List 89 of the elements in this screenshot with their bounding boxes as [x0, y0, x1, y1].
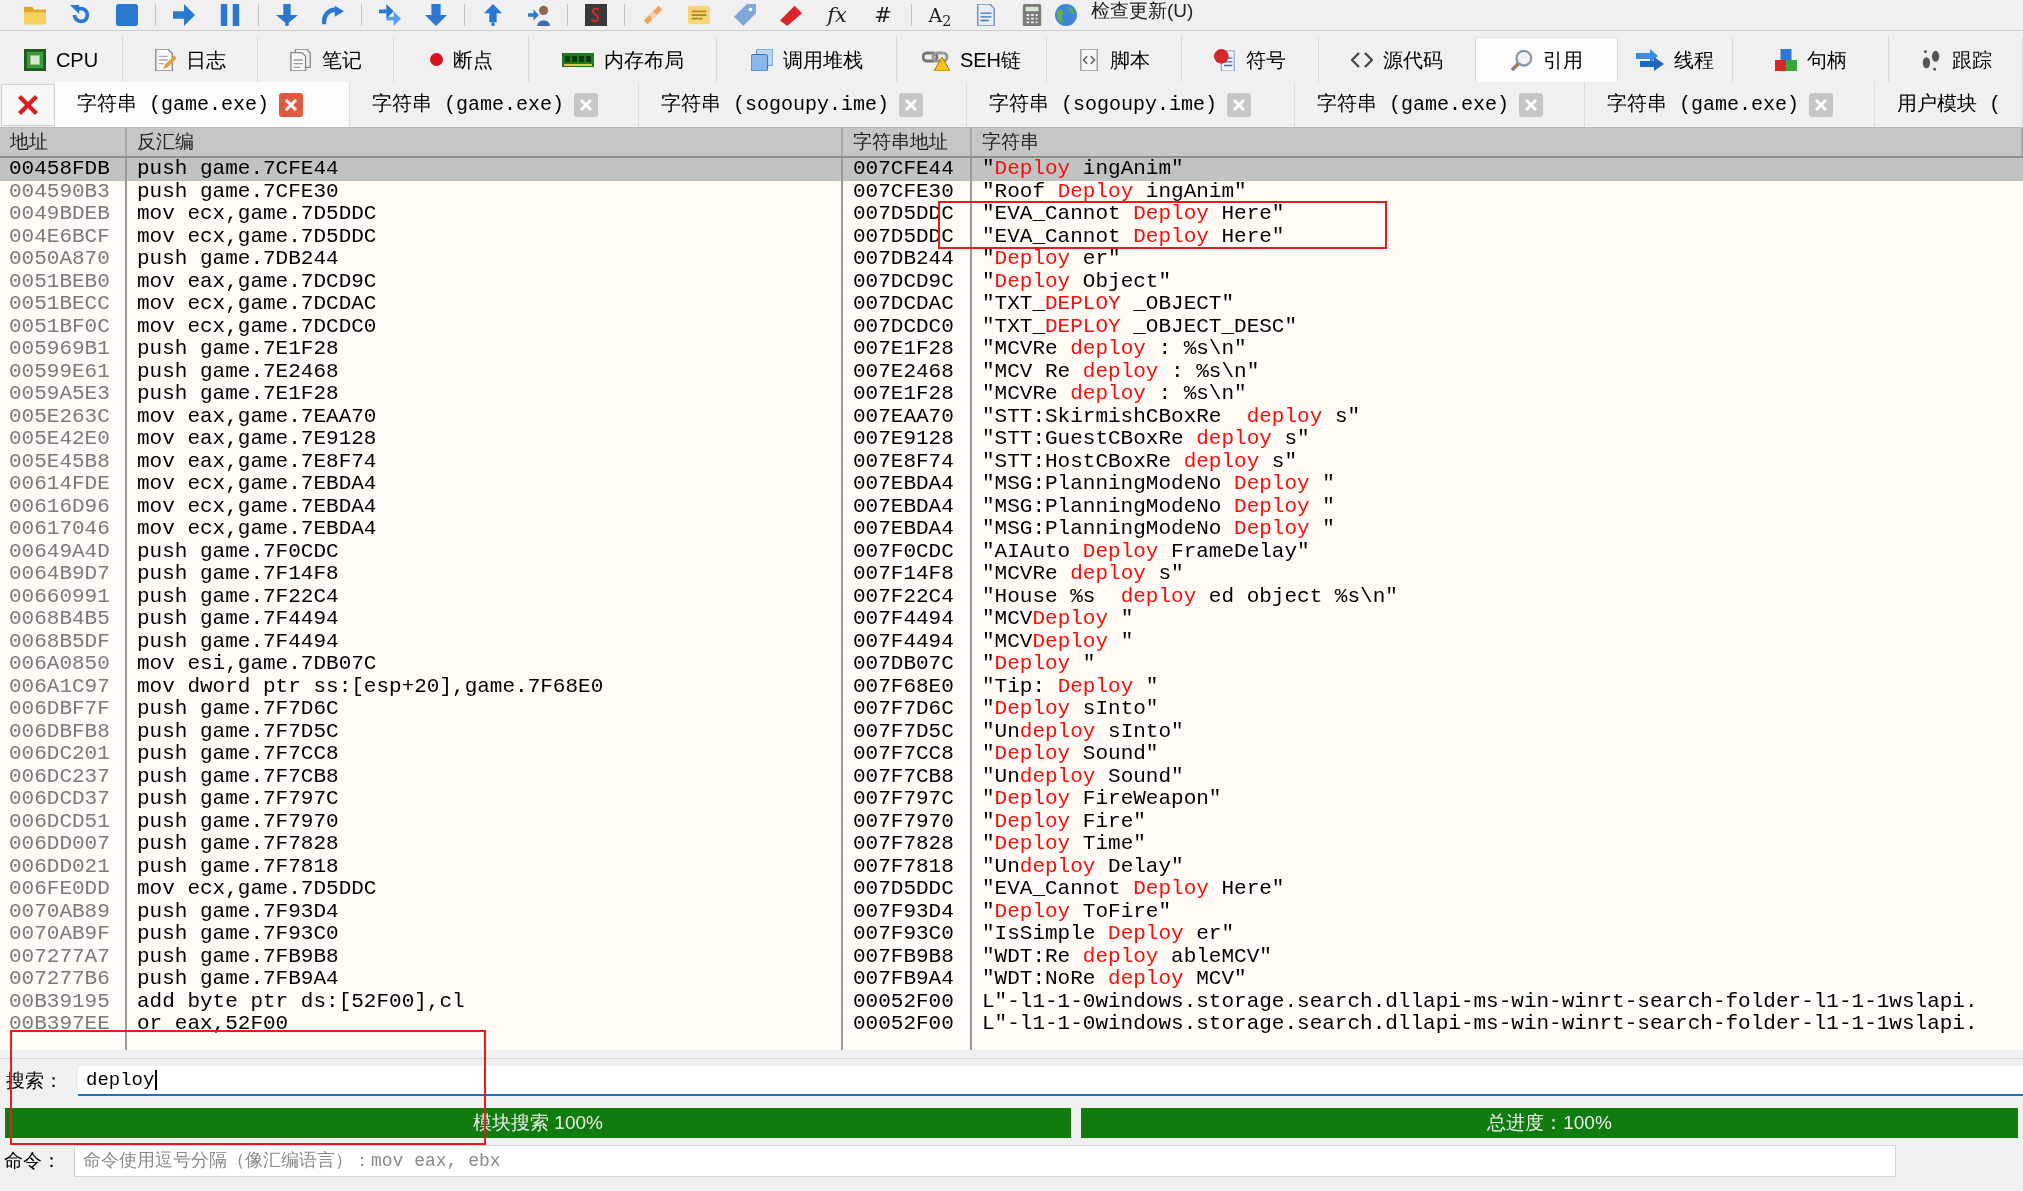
command-label: 命令：: [3, 1148, 62, 1173]
text-cursor-icon: [155, 1070, 158, 1090]
string-cell-text: "STT:GuestCBoxRe deploy s": [981, 428, 1311, 451]
column-header[interactable]: 反汇编: [127, 128, 843, 156]
string-cell-text: "WDT:Re deploy ableMCV": [981, 945, 1273, 968]
string-cell-text: "EVA_Cannot Deploy Here": [981, 878, 1286, 901]
pause-icon[interactable]: [219, 4, 241, 26]
address-cell: 00B397EE: [0, 1013, 127, 1036]
string-tab[interactable]: 字符串 (game.exe): [55, 82, 350, 127]
function-button[interactable]: fx: [814, 3, 860, 27]
string-cell-text: "MSG:PlanningModeNo Deploy ": [981, 518, 1336, 541]
calculator-icon[interactable]: [1021, 4, 1043, 26]
string-cell-text: "IsSimple Deploy er": [981, 923, 1236, 946]
string-cell-text: "MCVRe deploy s": [981, 563, 1185, 586]
document-pencil-icon: [154, 48, 176, 71]
memory-module-icon: [561, 52, 594, 67]
string-cell-text: "Tip: Deploy ": [981, 675, 1160, 698]
script-page-icon: [1078, 48, 1100, 71]
curved-arrow-icon[interactable]: [322, 4, 344, 26]
string-address-cell: 00052F00: [843, 1013, 972, 1036]
search-field[interactable]: deploy: [78, 1066, 2023, 1096]
double-arrow-icon[interactable]: [379, 4, 401, 26]
bookmark-icon[interactable]: [780, 4, 802, 26]
string-cell-text: "Deploy ingAnim": [981, 158, 1185, 181]
string-cell-text: "AIAuto Deploy FrameDelay": [981, 540, 1311, 563]
string-cell-text: "MCVRe deploy : %s\n": [981, 383, 1248, 406]
circular-arrow-icon[interactable]: [70, 4, 92, 26]
dot-icon: [429, 53, 443, 66]
string-cell-text: "Deploy sInto": [981, 698, 1160, 721]
globe-icon[interactable]: [1055, 4, 1077, 26]
table-row[interactable]: 00458FDB push game.7CFE44 007CFE44 "Deploy ingAnim": [0, 158, 2023, 181]
string-cell-text: "EVA_Cannot Deploy Here": [981, 225, 1286, 248]
string-cell-text: "Deploy ToFire": [981, 900, 1173, 923]
person-arrow-icon[interactable]: [528, 4, 550, 26]
string-cell-text: L"-l1-1-0windows.storage.search.dllapi-ms-win-winrt-search-folder-l1-1-1wslapi.: [981, 990, 1979, 1013]
close-icon[interactable]: [16, 93, 40, 117]
down-arrow-icon[interactable]: [425, 4, 447, 26]
string-cell-text: "Roof Deploy ingAnim": [981, 180, 1248, 203]
code-brackets-icon: [1351, 51, 1373, 68]
dark-square-icon[interactable]: [585, 4, 607, 26]
column-header[interactable]: 地址: [0, 128, 127, 156]
string-cell-text: "Deploy Fire": [981, 810, 1147, 833]
string-cell-text: "House %s deploy ed object %s\n": [981, 585, 1399, 608]
string-cell-text: "Deploy FireWeapon": [981, 788, 1223, 811]
string-cell-text: "MCVDeploy ": [981, 630, 1135, 653]
string-cell-text: "MCV Re deploy : %s\n": [981, 360, 1261, 383]
ball-document-icon: [1214, 48, 1236, 71]
string-cell-text: "Deploy Sound": [981, 743, 1160, 766]
double-arrow-icon: [1636, 48, 1664, 71]
down-arrow-icon[interactable]: [276, 4, 298, 26]
string-cell-text: "Undeploy Delay": [981, 855, 1185, 878]
string-cell-text: "MSG:PlanningModeNo Deploy ": [981, 495, 1336, 518]
string-cell-text: L"-l1-1-0windows.storage.search.dllapi-ms-win-winrt-search-folder-l1-1-1wslapi.: [981, 1013, 1979, 1036]
font-button[interactable]: A$_{2}$: [917, 3, 963, 27]
close-button[interactable]: [1, 84, 55, 126]
right-arrow-icon[interactable]: [173, 4, 195, 26]
string-cell-text: "Undeploy Sound": [981, 765, 1185, 788]
command-field[interactable]: 命令使用逗号分隔（像汇编语言）：mov eax, ebx: [74, 1145, 1896, 1177]
string-cell-text: "TXT_DEPLOY _OBJECT_DESC": [981, 315, 1299, 338]
string-cell-text: "TXT_DEPLOY _OBJECT": [981, 293, 1236, 316]
up-arrow-icon[interactable]: [482, 4, 504, 26]
note-lines-icon[interactable]: [688, 4, 710, 26]
stacked-windows-icon: [750, 48, 773, 71]
progress-label: 总进度：100%: [1487, 1110, 1612, 1135]
string-cell-text: "Deploy Time": [981, 833, 1147, 856]
close-icon[interactable]: [279, 92, 304, 117]
document-icon[interactable]: [975, 4, 997, 26]
string-cell-text: "STT:HostCBoxRe deploy s": [981, 450, 1299, 473]
string-cell-text: "Undeploy sInto": [981, 720, 1185, 743]
column-header[interactable]: 字符串地址: [843, 128, 972, 156]
tag-icon[interactable]: [734, 4, 756, 26]
update-menu[interactable]: 检查更新(U): [1091, 0, 1194, 22]
pages-icon: [289, 48, 312, 71]
string-cell-text: "Deploy er": [981, 248, 1122, 271]
string-cell-text: "EVA_Cannot Deploy Here": [981, 203, 1286, 226]
string-cell-text: "Deploy Object": [981, 270, 1173, 293]
main-tab[interactable]: 引用: [1476, 37, 1618, 82]
stacked-blocks-icon: [1774, 48, 1797, 71]
string-cell-text: "WDT:NoRe deploy MCV": [981, 968, 1248, 991]
string-cell-text: "MSG:PlanningModeNo Deploy ": [981, 473, 1336, 496]
search-icon: [1510, 49, 1533, 71]
string-cell-text: "MCVRe deploy : %s\n": [981, 338, 1248, 361]
disassembly-cell: or eax,52F00: [127, 1013, 843, 1036]
hash-button[interactable]: #: [860, 3, 906, 27]
chip-icon: [23, 48, 46, 71]
column-header[interactable]: 字符串: [972, 128, 2023, 156]
string-cell-text: "MCVDeploy ": [981, 608, 1135, 631]
string-cell-text: "Deploy ": [981, 653, 1097, 676]
string-cell-text: "STT:SkirmishCBoxRe deploy s": [981, 405, 1362, 428]
